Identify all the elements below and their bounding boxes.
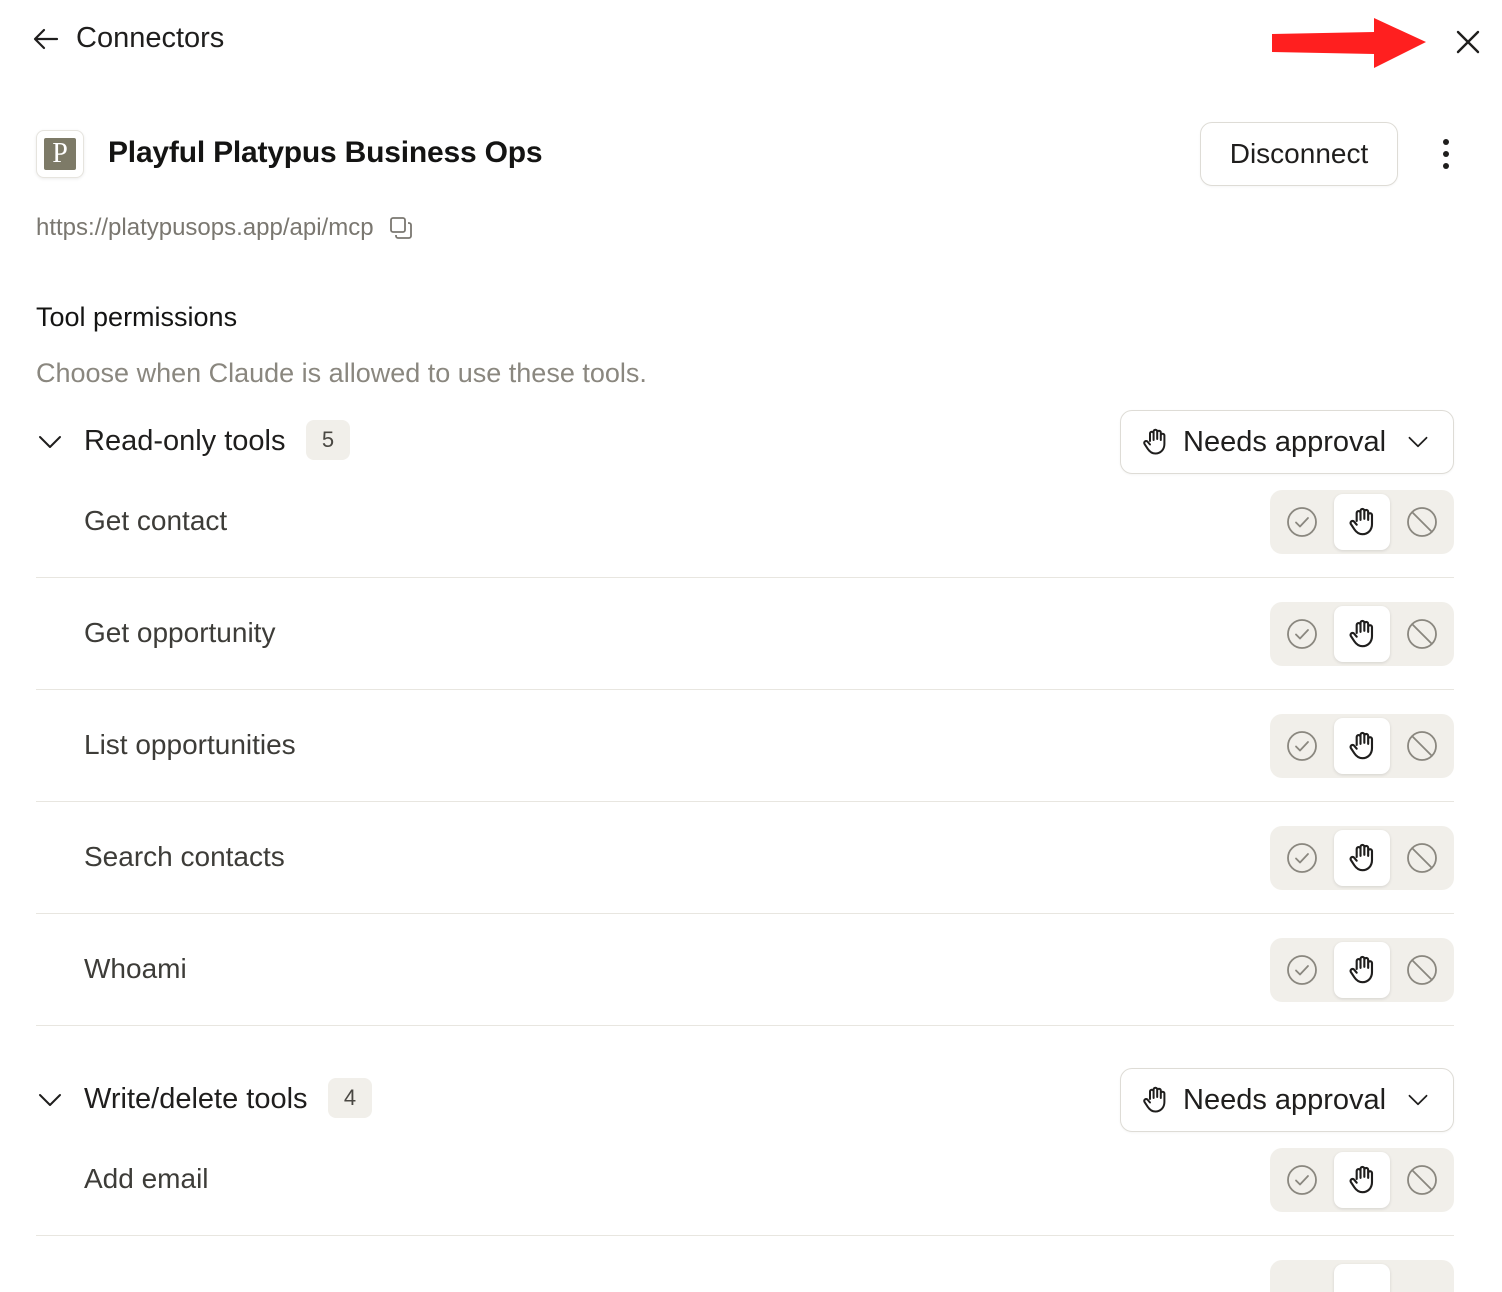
chevron-down-icon [39,436,61,448]
more-options-button[interactable] [1430,136,1462,172]
never-allow-button[interactable] [1394,830,1450,886]
logo-letter: P [44,138,76,170]
tool-permission-selector [1270,602,1454,666]
annotation-arrow-icon [1272,18,1426,68]
tool-permission-selector [1270,938,1454,1002]
block-icon [1407,619,1437,649]
always-allow-button[interactable] [1274,942,1330,998]
permissions-title: Tool permissions [36,302,238,332]
check-circle-icon [1287,843,1317,873]
hand-icon [1349,507,1374,536]
tool-name: Get opportunity [84,617,276,648]
tool-row: Get opportunity [36,578,1454,690]
top-bar: Connectors [0,0,1502,90]
never-allow-button[interactable] [1394,606,1450,662]
block-icon [1407,843,1437,873]
always-allow-button[interactable] [1274,494,1330,550]
connector-url: https://platypusops.app/api/mcp [36,214,374,241]
tool-name: Whoami [84,953,187,984]
connector-logo: P [36,130,84,178]
hand-icon [1349,955,1374,984]
dropdown-label: Needs approval [1183,425,1387,458]
always-allow-button[interactable] [1274,718,1330,774]
tool-row: Whoami [36,914,1454,1026]
check-circle-icon [1287,955,1317,985]
group-label: Write/delete tools [84,1083,308,1115]
group-header: Read-only tools 5 Needs approval [36,410,1454,474]
hand-icon [1349,731,1374,760]
tool-permission-selector [1270,1148,1454,1212]
needs-approval-button[interactable] [1334,830,1390,886]
block-icon [1407,955,1437,985]
never-allow-button[interactable] [1394,1152,1450,1208]
tool-permission-selector [1270,826,1454,890]
permissions-description: Choose when Claude is allowed to use the… [36,358,647,388]
arrow-left-icon [33,28,59,49]
tool-row: List opportunities [36,690,1454,802]
tool-count-badge: 5 [306,420,350,460]
always-allow-button[interactable] [1274,830,1330,886]
disconnect-button[interactable]: Disconnect [1200,122,1398,186]
hand-icon [1349,1165,1374,1194]
chevron-down-icon [1408,1094,1428,1106]
needs-approval-button[interactable] [1334,942,1390,998]
connector-header: P Playful Platypus Business Ops Disconne… [36,122,1454,186]
block-icon [1407,731,1437,761]
tool-name: Search contacts [84,841,285,872]
check-circle-icon [1287,507,1317,537]
tool-permission-selector [1270,714,1454,778]
group-collapse-toggle[interactable] [36,1086,64,1114]
tool-permission-selector [1270,1260,1454,1292]
group-label: Read-only tools [84,425,286,457]
needs-approval-button[interactable] [1334,1152,1390,1208]
back-button[interactable]: Connectors [30,22,224,55]
check-circle-icon [1287,1165,1317,1195]
dropdown-label: Needs approval [1183,1083,1387,1116]
copy-icon[interactable] [388,215,414,241]
group-permission-dropdown[interactable]: Needs approval [1120,1068,1454,1132]
tool-row: Get contact [36,466,1454,578]
close-icon[interactable] [1450,24,1486,60]
check-circle-icon [1287,619,1317,649]
tool-name: Get contact [84,505,228,536]
needs-approval-button[interactable] [1334,718,1390,774]
needs-approval-button[interactable] [1334,606,1390,662]
group-collapse-toggle[interactable] [36,428,64,456]
always-allow-button[interactable] [1274,606,1330,662]
chevron-down-icon [39,1094,61,1106]
needs-approval-button[interactable] [1334,494,1390,550]
hand-icon [1143,428,1166,455]
tool-count-badge: 4 [328,1078,372,1118]
always-allow-button[interactable] [1274,1152,1330,1208]
group-header: Write/delete tools 4 Needs approval [36,1068,1454,1132]
tool-name: List opportunities [84,729,296,760]
never-allow-button[interactable] [1394,718,1450,774]
hand-icon [1349,619,1374,648]
block-icon [1407,1165,1437,1195]
connector-url-row: https://platypusops.app/api/mcp [36,214,414,242]
connector-title: Playful Platypus Business Ops [108,136,543,169]
tool-permission-selector [1270,490,1454,554]
hand-icon [1143,1086,1166,1113]
block-icon [1407,507,1437,537]
tool-name: Add email [84,1163,209,1194]
hand-icon [1349,843,1374,872]
check-circle-icon [1287,731,1317,761]
tool-row: Add email [36,1124,1454,1236]
never-allow-button[interactable] [1394,494,1450,550]
back-label: Connectors [76,22,225,54]
group-permission-dropdown[interactable]: Needs approval [1120,410,1454,474]
more-vertical-icon [1443,139,1449,145]
tool-row: Search contacts [36,802,1454,914]
never-allow-button[interactable] [1394,942,1450,998]
chevron-down-icon [1408,436,1428,448]
